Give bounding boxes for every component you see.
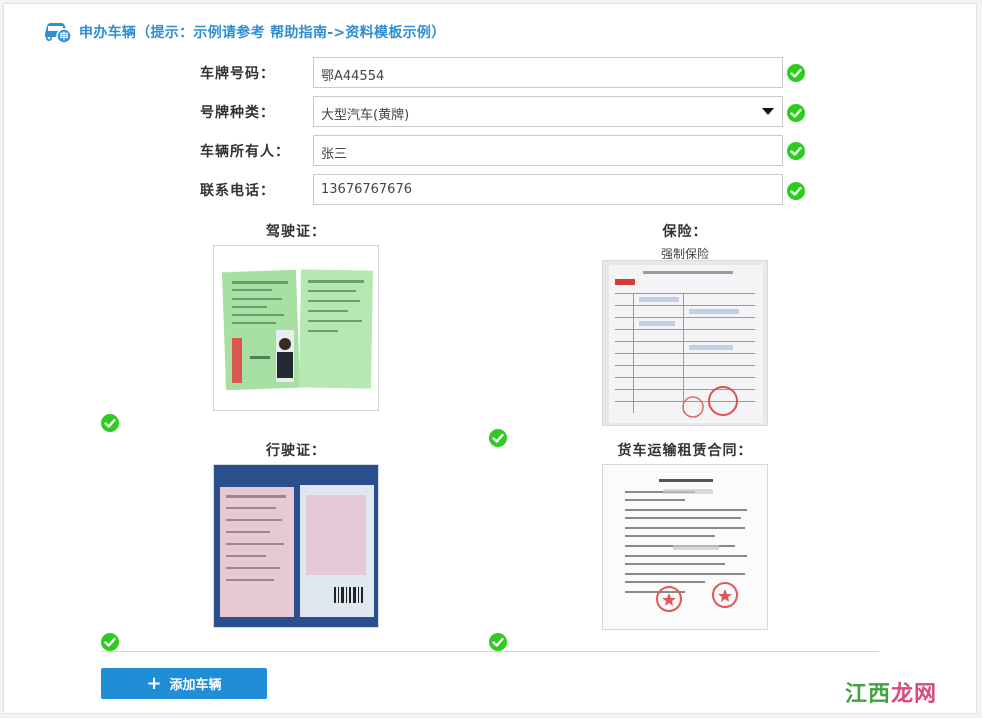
vehicle-license-title: 行驶证： (266, 443, 326, 459)
valid-check-icon (101, 414, 119, 432)
plate-type-selected: 大型汽车(黄牌) (321, 108, 410, 123)
watermark-part1: 江西 (845, 682, 892, 707)
valid-check-icon (489, 429, 507, 447)
section-divider (101, 651, 879, 652)
plate-number-row: 车牌号码： 鄂A44554 (0, 57, 982, 89)
section-header: 申 申办车辆（提示：示例请参考 帮助指南->资料模板示例） (43, 20, 446, 44)
owner-label: 车辆所有人： (200, 144, 290, 160)
valid-check-icon (787, 104, 805, 122)
plate-type-select[interactable]: 大型汽车(黄牌) (313, 96, 783, 127)
insurance-image[interactable] (602, 260, 768, 426)
plate-number-input[interactable]: 鄂A44554 (313, 57, 783, 88)
plus-icon: + (146, 672, 162, 694)
dropdown-caret-icon (762, 108, 774, 115)
add-vehicle-label: 添加车辆 (169, 678, 222, 693)
driver-license-title: 驾驶证： (266, 224, 326, 240)
valid-check-icon (787, 182, 805, 200)
phone-row: 联系电话： 13676767676 (0, 174, 982, 206)
plate-type-label: 号牌种类： (200, 105, 275, 121)
site-watermark: 江西龙网 (845, 676, 937, 708)
section-title: 申办车辆（提示：示例请参考 帮助指南->资料模板示例） (79, 25, 446, 41)
owner-input[interactable]: 张三 (313, 135, 783, 166)
watermark-part2: 龙网 (891, 682, 938, 707)
phone-label: 联系电话： (200, 183, 275, 199)
phone-input[interactable]: 13676767676 (313, 174, 783, 205)
valid-check-icon (787, 64, 805, 82)
vehicle-license-image[interactable] (213, 464, 379, 628)
valid-check-icon (101, 633, 119, 651)
plate-type-row: 号牌种类： 大型汽车(黄牌) (0, 96, 982, 128)
lease-contract-image[interactable] (602, 464, 768, 630)
lease-contract-title: 货车运输租赁合同： (617, 443, 753, 459)
vehicle-apply-icon: 申 (43, 20, 73, 44)
plate-number-label: 车牌号码： (200, 66, 275, 82)
owner-row: 车辆所有人： 张三 (0, 135, 982, 167)
driver-license-image[interactable] (213, 245, 379, 411)
insurance-title: 保险： (662, 224, 708, 240)
add-vehicle-button[interactable]: + 添加车辆 (101, 668, 267, 699)
valid-check-icon (787, 142, 805, 160)
valid-check-icon (489, 633, 507, 651)
svg-text:申: 申 (59, 31, 68, 43)
